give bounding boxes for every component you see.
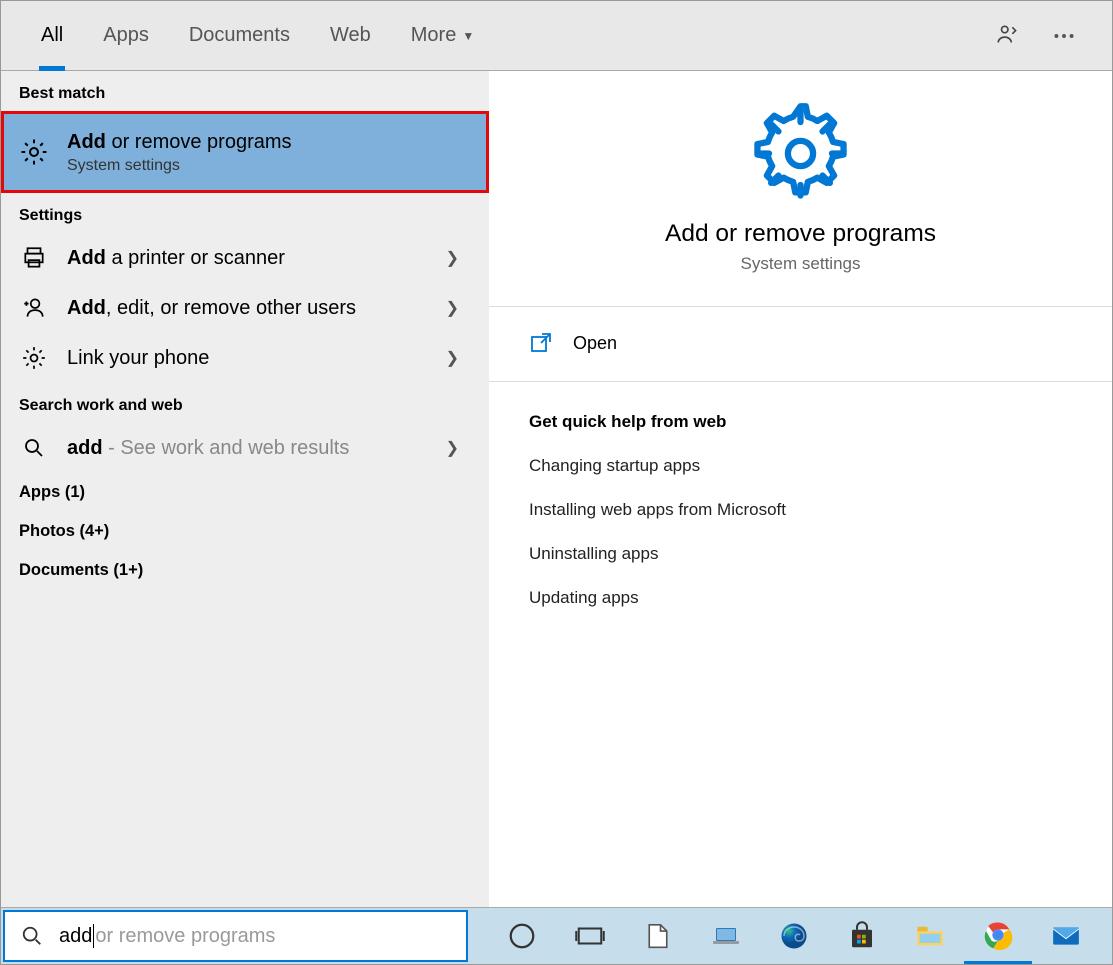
taskbar-app-mail[interactable] [1032,908,1100,964]
result-detail-panel: Add or remove programs System settings O… [489,71,1112,907]
search-scope-tabs: All Apps Documents Web More ▼ [1,1,1112,71]
result-link-phone[interactable]: Link your phone ❯ [1,333,489,383]
result-subtitle: System settings [67,157,471,175]
taskbar-app-store[interactable] [828,908,896,964]
search-icon [19,433,49,463]
taskbar-app-edge[interactable] [760,908,828,964]
open-button[interactable]: Open [489,307,1112,382]
detail-title: Add or remove programs [665,220,936,248]
quickhelp-startup-apps[interactable]: Changing startup apps [489,444,1112,488]
result-add-remove-programs[interactable]: Add or remove programs System settings [1,111,489,193]
open-label: Open [573,333,617,354]
taskbar-app-libreoffice[interactable] [624,908,692,964]
detail-subtitle: System settings [741,254,861,274]
tab-more[interactable]: More ▼ [391,1,494,70]
search-typed-text: add [59,925,92,948]
gear-icon [19,137,49,167]
chevron-right-icon: ❯ [434,348,471,368]
more-options-icon[interactable] [1036,23,1092,49]
result-add-users[interactable]: Add, edit, or remove other users ❯ [1,283,489,333]
result-web-add[interactable]: add - See work and web results ❯ [1,423,489,473]
search-input[interactable]: add or remove programs [3,910,468,962]
chevron-right-icon: ❯ [434,248,471,268]
chevron-right-icon: ❯ [434,438,471,458]
taskbar-app-file-explorer[interactable] [896,908,964,964]
category-photos[interactable]: Photos (4+) [1,512,489,551]
chevron-down-icon: ▼ [462,29,474,43]
feedback-icon[interactable] [980,23,1036,49]
quickhelp-uninstall-apps[interactable]: Uninstalling apps [489,532,1112,576]
quickhelp-updating-apps[interactable]: Updating apps [489,576,1112,620]
taskbar-app-laptop[interactable] [692,908,760,964]
detail-hero: Add or remove programs System settings [489,71,1112,307]
section-work-web: Search work and web [1,383,489,423]
gear-icon [19,343,49,373]
taskbar-app-chrome[interactable] [964,908,1032,964]
gear-icon [748,101,853,206]
taskbar-cortana[interactable] [488,908,556,964]
result-match-rest: or remove programs [106,131,292,153]
add-user-icon [19,293,49,323]
quickhelp-install-web-apps[interactable]: Installing web apps from Microsoft [489,488,1112,532]
taskbar-task-view[interactable] [556,908,624,964]
text-cursor [93,924,94,948]
search-completion-text: or remove programs [95,925,275,948]
result-add-printer[interactable]: Add a printer or scanner ❯ [1,233,489,283]
taskbar: add or remove programs [1,907,1112,964]
tab-more-label: More [411,24,457,47]
tab-web[interactable]: Web [310,1,391,70]
result-match-bold: Add [67,131,106,153]
search-icon [21,925,43,947]
chevron-right-icon: ❯ [434,298,471,318]
section-best-match: Best match [1,71,489,111]
category-apps[interactable]: Apps (1) [1,473,489,512]
open-icon [529,331,553,355]
category-documents[interactable]: Documents (1+) [1,551,489,590]
tab-apps[interactable]: Apps [83,1,169,70]
tab-all[interactable]: All [21,1,83,70]
tab-documents[interactable]: Documents [169,1,310,70]
search-results-list: Best match Add or remove programs System… [1,71,489,907]
printer-icon [19,243,49,273]
quick-help-header: Get quick help from web [489,382,1112,444]
section-settings: Settings [1,193,489,233]
